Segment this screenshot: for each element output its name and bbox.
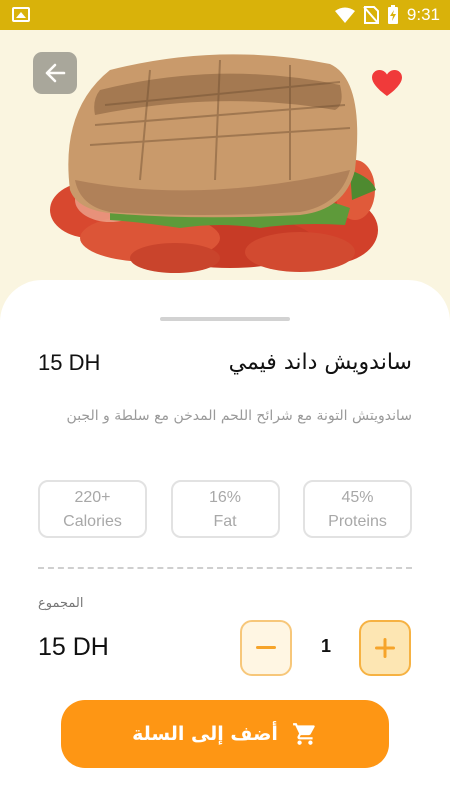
arrow-left-icon [45,63,66,83]
stat-proteins-label: Proteins [328,513,387,530]
stat-proteins-value: 45% [341,489,374,506]
quantity-value: 1 [320,636,331,656]
stat-fat: 16% Fat [170,480,280,538]
cart-icon [293,723,315,745]
stat-calories: 220+ Calories [38,480,147,538]
clock: 9:31 [406,5,440,24]
product-image-area [0,30,450,320]
status-bar: 9:31 [0,0,450,30]
heart-icon [372,70,402,96]
wifi-icon [334,7,355,23]
no-sim-icon [363,6,379,24]
total-price: 15 DH [38,633,109,661]
product-name: ساندويش داند فيمي [228,350,412,375]
sheet-handle[interactable] [160,317,290,321]
battery-charging-icon [387,5,398,24]
favorite-button[interactable] [368,66,406,100]
stat-calories-value: 220+ [74,489,111,506]
total-label: المجموع [38,596,84,611]
decrease-quantity-button[interactable] [240,620,292,676]
back-button[interactable] [33,52,77,94]
status-icons: 9:31 [334,4,440,26]
stat-calories-label: Calories [63,513,122,530]
product-description: ساندويتش التونة مع شرائح اللحم المدخن مع… [66,408,412,424]
add-to-cart-label: أضف إلى السلة [132,723,278,745]
stat-fat-value: 16% [208,489,242,506]
divider [38,567,412,569]
minus-icon [256,646,276,649]
product-price: 15 DH [38,350,101,375]
stat-proteins: 45% Proteins [303,480,412,538]
add-to-cart-button[interactable]: أضف إلى السلة [61,700,389,768]
product-details-sheet: ساندويش داند فيمي 15 DH ساندويتش التونة … [0,280,450,800]
gallery-icon [12,7,30,22]
plus-icon [375,638,395,658]
increase-quantity-button[interactable] [359,620,411,676]
nutrition-stats: 220+ Calories 16% Fat 45% Proteins [38,480,412,538]
stat-fat-label: Fat [213,513,237,530]
